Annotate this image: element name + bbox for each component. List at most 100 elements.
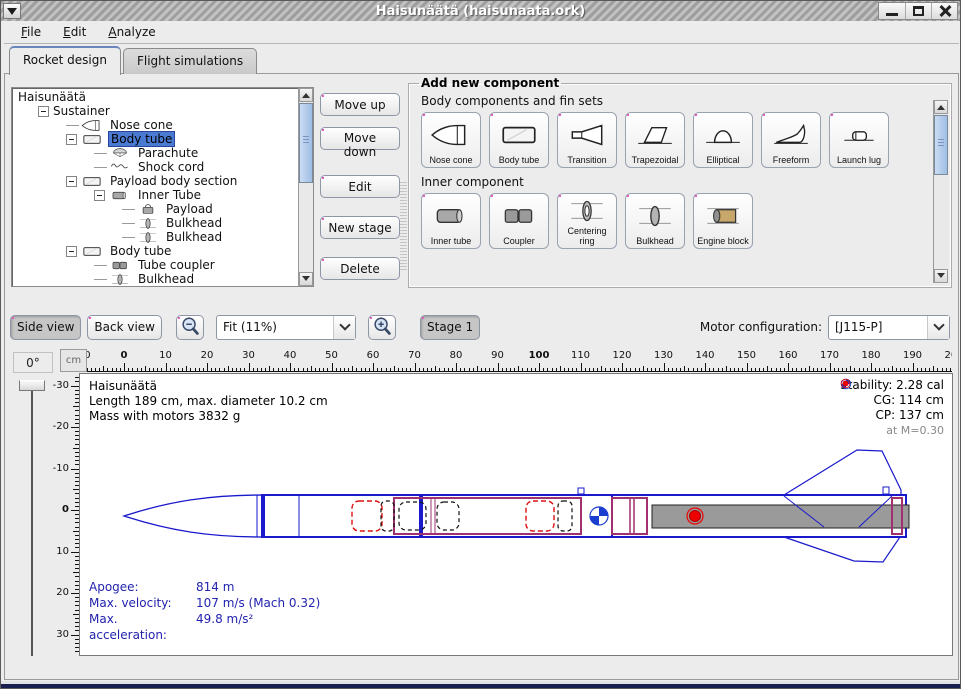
ruler-label: 40 xyxy=(273,350,307,361)
tree-item-nose-cone[interactable]: Nose cone xyxy=(12,118,298,132)
ruler-tick xyxy=(879,368,880,372)
add-centering-ring-button[interactable]: Centering ring xyxy=(557,193,617,249)
tree-scroll-thumb[interactable] xyxy=(299,103,313,183)
move-down-button[interactable]: Move down xyxy=(320,127,400,150)
motor-configuration-select[interactable]: [J115-P] xyxy=(828,315,950,340)
ruler-tick xyxy=(859,368,860,372)
add-engine-block-button[interactable]: Engine block xyxy=(693,193,753,249)
ruler-tick xyxy=(485,368,486,372)
add-transition-button[interactable]: Transition xyxy=(557,112,617,168)
tree-connector xyxy=(94,167,107,168)
tree-item-label: Nose cone xyxy=(108,118,175,132)
maximize-button[interactable] xyxy=(905,3,931,19)
ruler-tick xyxy=(95,368,96,372)
collapse-handle-icon[interactable] xyxy=(94,190,105,201)
close-button[interactable] xyxy=(931,3,957,19)
tree-item-payload[interactable]: Payload xyxy=(12,202,298,216)
slider-handle[interactable] xyxy=(19,380,45,391)
ruler-tick xyxy=(838,368,839,372)
move-up-button[interactable]: Move up xyxy=(320,93,400,116)
add-elliptical-button[interactable]: Elliptical xyxy=(693,112,753,168)
nose-icon xyxy=(79,119,105,132)
menu-analyze[interactable]: Analyze xyxy=(99,23,164,41)
ruler-tick xyxy=(693,368,694,372)
tree-item-payload-body-section[interactable]: Payload body section xyxy=(12,174,298,188)
split-divider[interactable] xyxy=(400,182,407,272)
ruler-tick xyxy=(120,368,121,372)
ruler-tick xyxy=(493,368,494,372)
ruler-tick xyxy=(132,368,133,372)
edit-button[interactable]: Edit xyxy=(320,175,400,198)
add-launch-lug-button[interactable]: Launch lug xyxy=(829,112,889,168)
side-view-button[interactable]: Side view xyxy=(10,315,81,340)
add-nose-cone-button[interactable]: Nose cone xyxy=(421,112,481,168)
tree-item-bulkhead[interactable]: Bulkhead xyxy=(12,230,298,244)
panel-scroll-thumb[interactable] xyxy=(934,115,948,175)
panel-scrollbar[interactable] xyxy=(933,100,948,283)
add-coupler-button[interactable]: Coupler xyxy=(489,193,549,249)
ruler-tick xyxy=(178,368,179,372)
ruler-tick xyxy=(282,368,283,372)
tree-item-label: Bulkhead xyxy=(164,216,224,230)
tree-item-parachute[interactable]: Parachute xyxy=(12,146,298,160)
ruler-label: -30 xyxy=(51,380,69,391)
tree-item-haisun-t-[interactable]: Haisunäätä xyxy=(12,90,298,104)
add-inner-tube-button[interactable]: Inner tube xyxy=(421,193,481,249)
window-menu-icon[interactable] xyxy=(3,3,21,19)
tree-item-sustainer[interactable]: Sustainer xyxy=(12,104,298,118)
collapse-handle-icon[interactable] xyxy=(66,176,77,187)
tree-item-inner-tube[interactable]: Inner Tube xyxy=(12,188,298,202)
minimize-button[interactable] xyxy=(879,3,905,19)
add-trapezoidal-button[interactable]: Trapezoidal xyxy=(625,112,685,168)
rocket-canvas[interactable]: Haisunäätä Length 189 cm, max. diameter … xyxy=(79,373,953,656)
ruler-tick xyxy=(469,368,470,372)
delete-button[interactable]: Delete xyxy=(320,257,400,280)
add-body-tube-button[interactable]: Body tube xyxy=(489,112,549,168)
scroll-up-icon[interactable] xyxy=(299,88,313,102)
tab-rocket-design[interactable]: Rocket design xyxy=(9,46,121,75)
new-stage-button[interactable]: New stage xyxy=(320,216,400,239)
ruler-tick xyxy=(813,368,814,372)
ruler-tick xyxy=(950,368,951,372)
scroll-down-icon[interactable] xyxy=(299,272,313,286)
magnifier-minus-icon xyxy=(179,316,201,338)
collapse-handle-icon[interactable] xyxy=(66,134,77,145)
ruler-tick xyxy=(203,368,204,372)
zoom-in-button[interactable] xyxy=(368,315,396,340)
collapse-handle-icon[interactable] xyxy=(66,246,77,257)
tree-item-body-tube[interactable]: Body tube xyxy=(12,132,298,146)
tab-flight-simulations[interactable]: Flight simulations xyxy=(123,48,257,74)
ruler-tick xyxy=(228,366,229,372)
ruler-tick xyxy=(863,368,864,372)
collapse-handle-icon[interactable] xyxy=(38,106,49,117)
ruler-tick xyxy=(597,368,598,372)
tree-item-body-tube[interactable]: Body tube xyxy=(12,244,298,258)
menu-file[interactable]: File xyxy=(12,23,50,41)
ruler-tick xyxy=(705,363,706,372)
ruler-tick xyxy=(386,368,387,372)
tree-scrollbar[interactable] xyxy=(298,88,313,286)
inner-component-label: Inner component xyxy=(421,175,943,189)
tree-item-tube-coupler[interactable]: Tube coupler xyxy=(12,258,298,272)
back-view-button[interactable]: Back view xyxy=(87,315,162,340)
menu-edit[interactable]: Edit xyxy=(54,23,95,41)
zoom-level-select[interactable]: Fit (11%) xyxy=(216,315,356,340)
ruler-tick xyxy=(817,368,818,372)
ruler-tick xyxy=(738,368,739,372)
ruler-tick xyxy=(664,363,665,372)
tree-item-shock-cord[interactable]: Shock cord xyxy=(12,160,298,174)
rotation-slider[interactable] xyxy=(17,380,47,658)
ruler-tick xyxy=(875,368,876,372)
scroll-down-icon[interactable] xyxy=(934,269,948,283)
magnifier-plus-icon xyxy=(371,316,393,338)
scroll-up-icon[interactable] xyxy=(934,100,948,114)
ruler-tick xyxy=(672,368,673,372)
component-tree[interactable]: HaisunäätäSustainerNose coneBody tubePar… xyxy=(11,87,314,287)
add-bulkhead-button[interactable]: Bulkhead xyxy=(625,193,685,249)
tree-item-bulkhead[interactable]: Bulkhead xyxy=(12,216,298,230)
tree-item-bulkhead[interactable]: Bulkhead xyxy=(12,272,298,286)
add-freeform-button[interactable]: Freeform xyxy=(761,112,821,168)
stage-1-toggle[interactable]: Stage 1 xyxy=(420,315,480,340)
title-bar[interactable]: Haisunäätä (haisunaata.ork) xyxy=(1,1,960,21)
zoom-out-button[interactable] xyxy=(176,315,204,340)
